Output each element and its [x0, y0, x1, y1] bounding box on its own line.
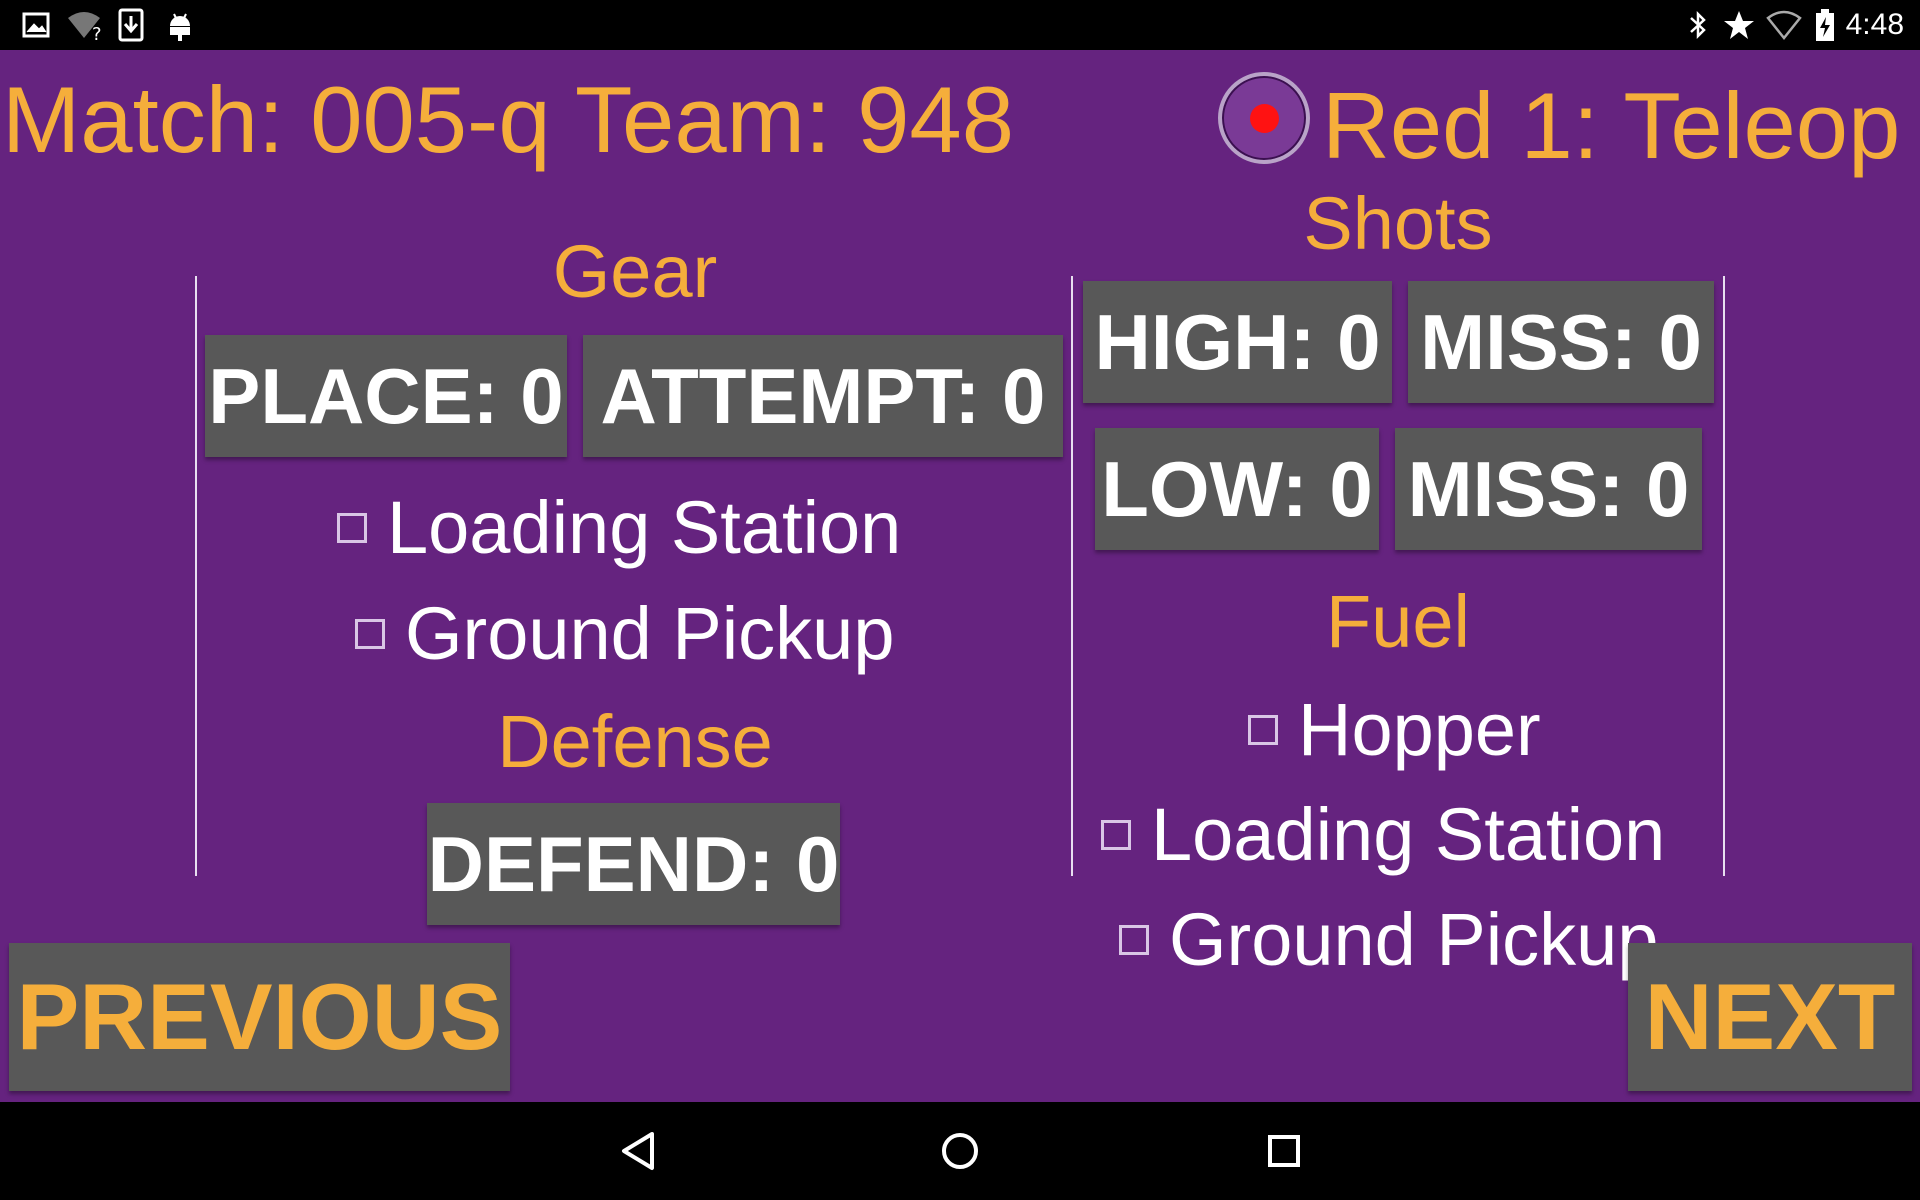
gear-loading-station-checkbox[interactable]: Loading Station: [337, 488, 901, 568]
recents-icon[interactable]: [1266, 1130, 1302, 1172]
shots-header: Shots: [1303, 182, 1493, 265]
image-icon: [22, 12, 50, 38]
system-nav-bar: [0, 1102, 1920, 1200]
star-icon: [1724, 11, 1754, 39]
fuel-ground-pickup-checkbox[interactable]: Ground Pickup: [1119, 900, 1659, 980]
battery-charging-icon: [1816, 9, 1834, 41]
defend-button[interactable]: DEFEND: 0: [427, 803, 840, 925]
home-icon[interactable]: [939, 1130, 981, 1172]
gear-attempt-button[interactable]: ATTEMPT: 0: [583, 335, 1063, 457]
android-debug-icon: [170, 13, 190, 41]
checkbox-icon[interactable]: [1119, 925, 1149, 955]
gear-place-button[interactable]: PLACE: 0: [205, 335, 567, 457]
gear-header: Gear: [552, 230, 718, 313]
previous-button[interactable]: PREVIOUS: [9, 943, 510, 1091]
bluetooth-icon: [1690, 10, 1706, 40]
wifi-icon: [1766, 10, 1802, 41]
gear-ground-pickup-checkbox[interactable]: Ground Pickup: [355, 594, 895, 674]
gear-ground-pickup-label: Ground Pickup: [405, 592, 895, 675]
fuel-header: Fuel: [1326, 580, 1470, 663]
shots-high-miss-button[interactable]: MISS: 0: [1408, 281, 1714, 403]
checkbox-icon[interactable]: [1101, 820, 1131, 850]
fuel-loading-station-label: Loading Station: [1151, 793, 1666, 876]
match-team-title: Match: 005-q Team: 948: [2, 67, 1014, 172]
checkbox-icon[interactable]: [337, 513, 367, 543]
defense-header: Defense: [497, 700, 773, 783]
fuel-ground-pickup-label: Ground Pickup: [1169, 898, 1659, 981]
fuel-hopper-checkbox[interactable]: Hopper: [1248, 690, 1541, 770]
checkbox-icon[interactable]: [355, 619, 385, 649]
clock: 4:48: [1845, 8, 1904, 41]
back-icon[interactable]: [618, 1130, 658, 1172]
wifi-unknown-icon: ?: [68, 12, 102, 42]
gear-loading-station-label: Loading Station: [387, 486, 902, 569]
shots-low-button[interactable]: LOW: 0: [1095, 428, 1379, 550]
fuel-hopper-label: Hopper: [1298, 688, 1541, 771]
download-icon: [118, 8, 144, 42]
record-button[interactable]: [1218, 72, 1310, 164]
record-dot-icon: [1250, 104, 1279, 133]
scouting-screen: Match: 005-q Team: 948 Red 1: Teleop Gea…: [0, 50, 1920, 1102]
left-divider: [195, 276, 197, 876]
next-button[interactable]: NEXT: [1628, 943, 1912, 1091]
right-divider: [1723, 276, 1725, 876]
middle-divider: [1071, 276, 1073, 876]
svg-text:?: ?: [92, 24, 102, 42]
shots-high-button[interactable]: HIGH: 0: [1083, 281, 1392, 403]
checkbox-icon[interactable]: [1248, 715, 1278, 745]
shots-low-miss-button[interactable]: MISS: 0: [1395, 428, 1702, 550]
position-mode-title: Red 1: Teleop: [1322, 73, 1901, 178]
fuel-loading-station-checkbox[interactable]: Loading Station: [1101, 795, 1665, 875]
status-bar: ? 4:48: [0, 0, 1920, 50]
